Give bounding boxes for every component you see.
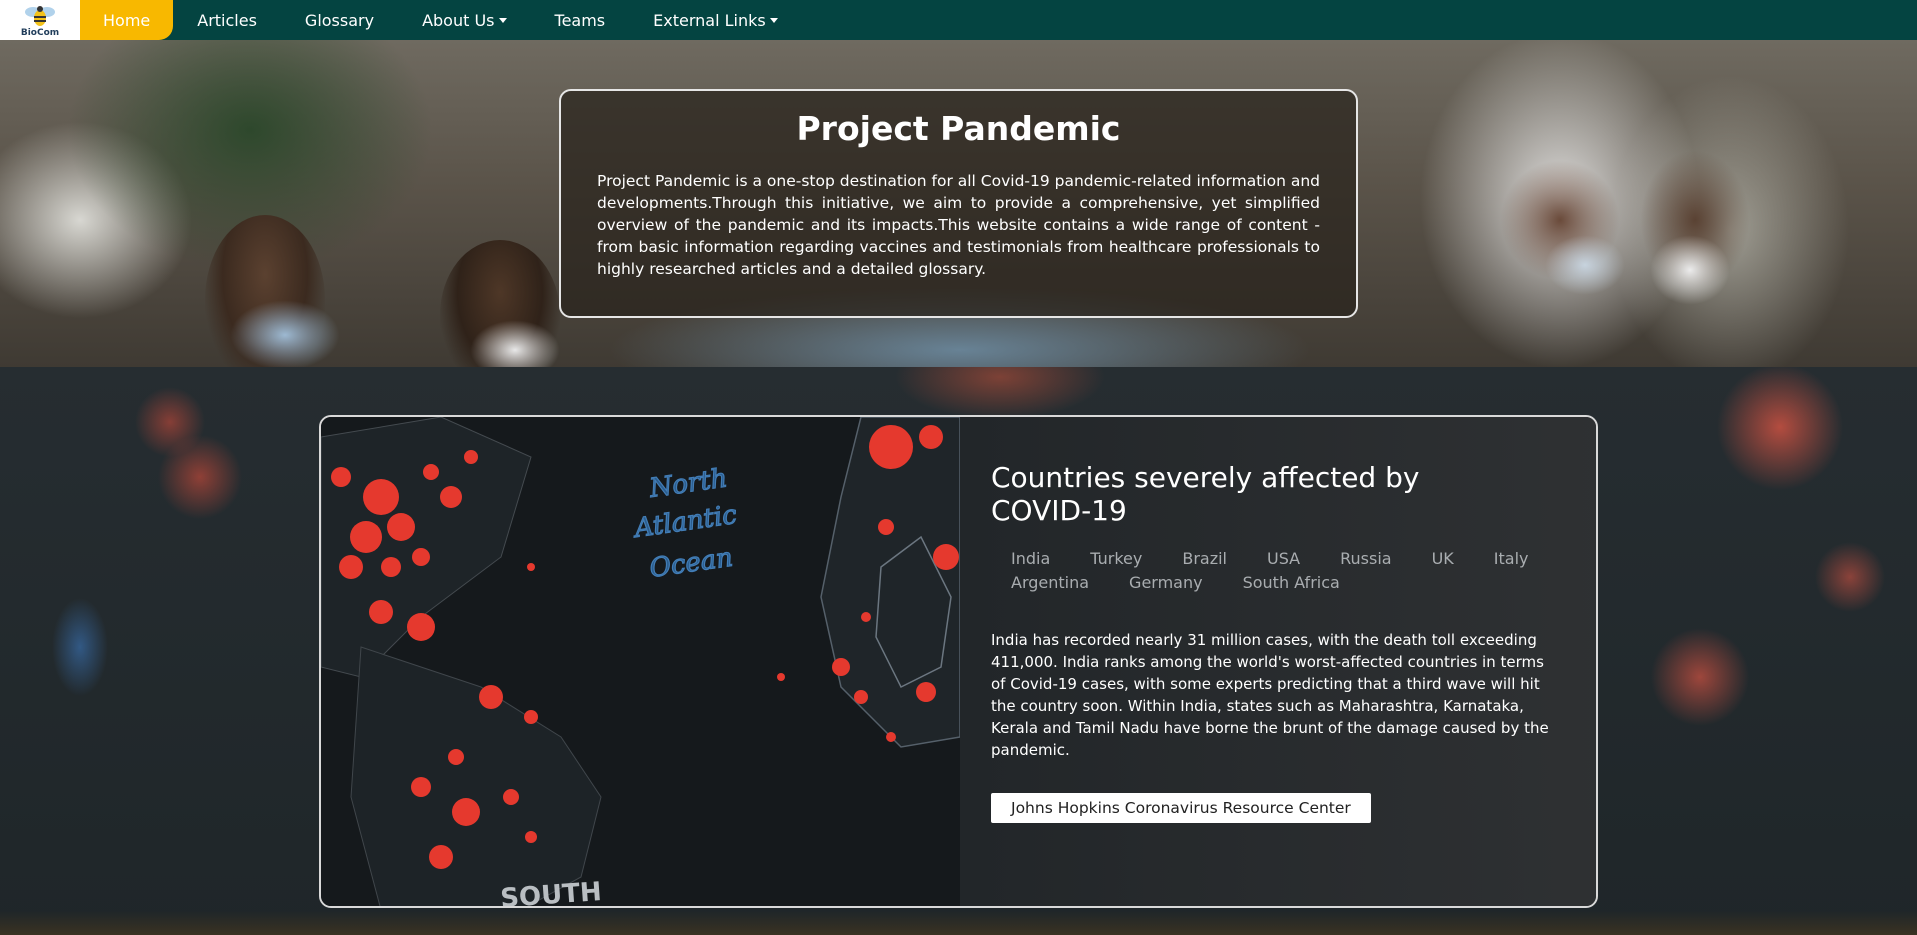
nav-articles-label: Articles — [197, 10, 257, 30]
country-description: India has recorded nearly 31 million cas… — [991, 631, 1549, 759]
tab-argentina[interactable]: Argentina — [991, 571, 1109, 595]
tab-south-africa[interactable]: South Africa — [1223, 571, 1360, 595]
affected-countries-card: North Atlantic Ocean SOUTH Countries sev… — [319, 415, 1598, 908]
map-label-north: North — [647, 463, 729, 504]
nav-menu: Home Articles Glossary About Us Teams Ex… — [80, 0, 802, 40]
tab-germany[interactable]: Germany — [1109, 571, 1223, 595]
nav-teams[interactable]: Teams — [531, 0, 630, 40]
hero-card: Project Pandemic Project Pandemic is a o… — [559, 89, 1358, 318]
country-tabs: India Turkey Brazil USA Russia UK Italy … — [991, 547, 1551, 595]
caret-down-icon — [769, 17, 778, 23]
section-title: Countries severely affected by COVID-19 — [991, 461, 1420, 527]
affected-countries-content: Countries severely affected by COVID-19 … — [960, 417, 1596, 906]
nav-home-label: Home — [103, 10, 151, 30]
nav-teams-label: Teams — [554, 10, 606, 30]
tab-russia[interactable]: Russia — [1320, 547, 1411, 571]
tab-uk[interactable]: UK — [1412, 547, 1474, 571]
bee-logo-icon — [23, 2, 57, 28]
hero-title: Project Pandemic — [796, 109, 1121, 148]
nav-glossary-label: Glossary — [304, 10, 375, 30]
tab-turkey[interactable]: Turkey — [1070, 547, 1162, 571]
top-navbar: BioCom Home Articles Glossary About Us T… — [0, 0, 1917, 40]
nav-external-links-label: External Links — [653, 10, 766, 30]
hero-description: Project Pandemic is a one-stop destinati… — [597, 172, 1321, 278]
tab-brazil[interactable]: Brazil — [1162, 547, 1247, 571]
affected-countries-section: North Atlantic Ocean SOUTH Countries sev… — [0, 367, 1917, 935]
nav-home[interactable]: Home — [80, 0, 174, 40]
logo-text: BioCom — [20, 28, 60, 38]
tab-italy[interactable]: Italy — [1474, 547, 1549, 571]
map-label-atlantic: Atlantic — [631, 500, 739, 544]
tab-india[interactable]: India — [991, 547, 1070, 571]
next-section-edge — [0, 911, 1917, 935]
nav-articles[interactable]: Articles — [173, 0, 281, 40]
biocom-logo[interactable]: BioCom — [0, 0, 80, 40]
nav-about-us-label: About Us — [422, 10, 495, 30]
johns-hopkins-resource-button[interactable]: Johns Hopkins Coronavirus Resource Cente… — [991, 793, 1371, 823]
nav-about-us-dropdown[interactable]: About Us — [398, 0, 530, 40]
map-label-ocean: Ocean — [648, 543, 735, 584]
covid-world-map-image: North Atlantic Ocean SOUTH — [321, 417, 960, 906]
nav-glossary[interactable]: Glossary — [281, 0, 398, 40]
caret-down-icon — [498, 17, 507, 23]
nav-external-links-dropdown[interactable]: External Links — [629, 0, 802, 40]
tab-usa[interactable]: USA — [1247, 547, 1320, 571]
hero-banner: Project Pandemic Project Pandemic is a o… — [0, 40, 1917, 367]
